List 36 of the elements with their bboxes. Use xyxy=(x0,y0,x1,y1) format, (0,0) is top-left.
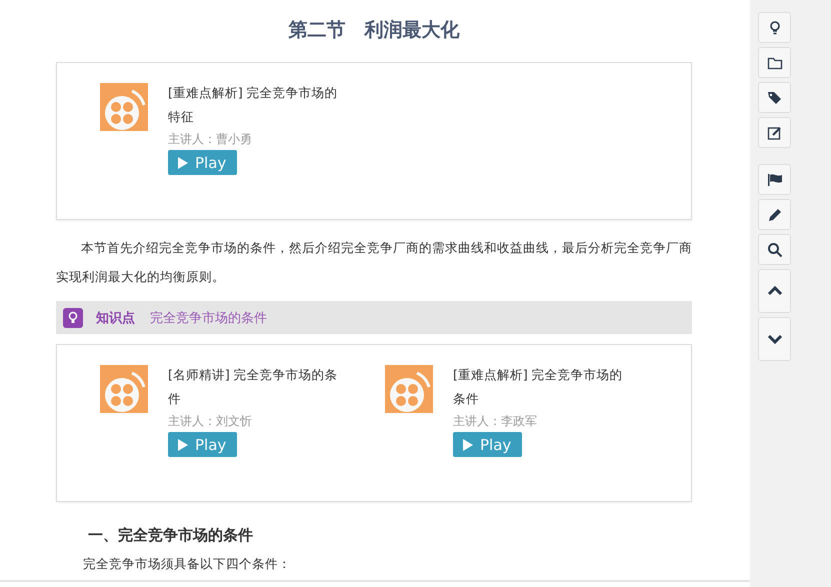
video-title: [重难点解析] 完全竞争市场的特征 xyxy=(168,84,338,126)
knowledge-label: 知识点 xyxy=(96,310,135,326)
toolbar-button[interactable] xyxy=(758,47,791,78)
pencil-icon xyxy=(766,206,782,222)
speaker-label: 主讲人：曹小勇 xyxy=(168,131,253,148)
toolbar-button[interactable] xyxy=(758,117,791,148)
body-text: 完全竞争市场须具备以下四个条件： xyxy=(83,556,292,573)
play-button[interactable]: Play xyxy=(168,432,238,457)
intro-paragraph: 本节首先介绍完全竞争市场的条件，然后介绍完全竞争厂商的需求曲线和收益曲线，最后分析完全竞争厂商实现利润最大化的均衡原则。 xyxy=(56,239,692,286)
toolbar-button[interactable] xyxy=(758,317,791,361)
speaker-label: 主讲人：刘文忻 xyxy=(168,413,253,430)
play-icon xyxy=(463,438,473,450)
search-icon xyxy=(766,242,782,258)
tag-icon xyxy=(766,90,782,106)
play-button[interactable]: Play xyxy=(168,150,238,175)
toolbar-button[interactable] xyxy=(758,199,791,230)
flag-icon xyxy=(766,172,782,188)
play-icon xyxy=(178,438,188,450)
edit-icon xyxy=(766,124,782,140)
play-button[interactable]: Play xyxy=(453,432,522,457)
toolbar-button[interactable] xyxy=(758,269,791,313)
video-icon xyxy=(100,365,148,413)
section-title: 第二节 利润最大化 xyxy=(288,18,460,43)
video-icon xyxy=(385,365,433,413)
toolbar-button[interactable] xyxy=(758,234,791,265)
knowledge-topic: 完全竞争市场的条件 xyxy=(150,310,267,326)
toolbar-button[interactable] xyxy=(758,82,791,113)
toolbar-button[interactable] xyxy=(758,164,791,195)
play-icon xyxy=(178,156,188,168)
video-title: [名师精讲] 完全竞争市场的条件 xyxy=(168,366,338,408)
toolbar-button[interactable] xyxy=(758,12,791,43)
subsection-heading: 一、完全竞争市场的条件 xyxy=(88,525,254,546)
video-icon xyxy=(100,83,148,131)
bulb-icon xyxy=(63,308,83,328)
speaker-label: 主讲人：李政军 xyxy=(453,413,538,430)
video-title: [重难点解析] 完全竞争市场的条件 xyxy=(453,366,623,408)
